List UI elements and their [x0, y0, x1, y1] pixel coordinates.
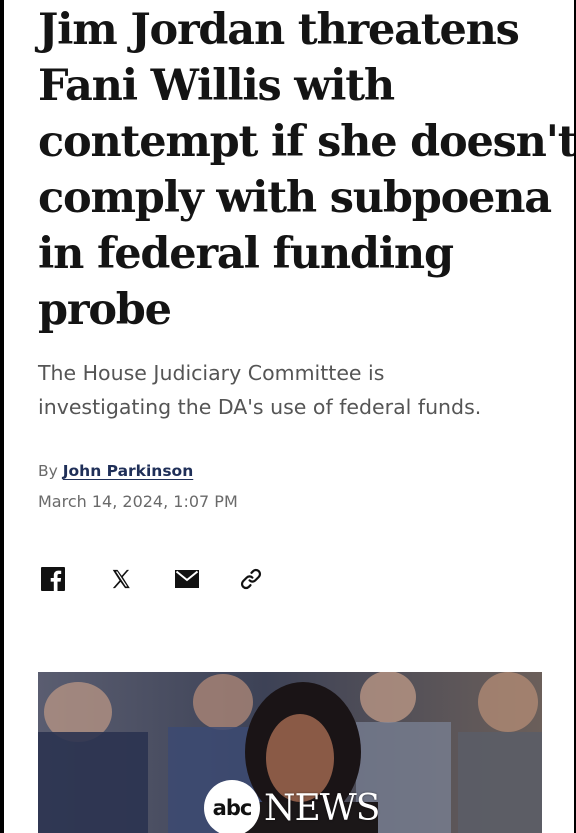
x-icon	[112, 569, 130, 589]
byline: By John Parkinson	[38, 462, 193, 480]
copy-link-button[interactable]	[236, 566, 266, 592]
link-icon	[240, 568, 262, 590]
publish-date: March 14, 2024, 1:07 PM	[38, 492, 238, 511]
subheadline: The House Judiciary Committee is investi…	[38, 356, 558, 424]
facebook-icon	[41, 567, 65, 591]
news-wordmark: NEWS	[264, 787, 380, 829]
headline-line: Jim Jordan threatens	[38, 5, 520, 55]
byline-prefix: By	[38, 462, 58, 480]
subheadline-line: investigating the DA's use of federal fu…	[38, 395, 482, 419]
headline-line: contempt if she doesn't	[38, 117, 574, 167]
x-share-button[interactable]	[106, 566, 136, 592]
email-icon	[175, 570, 199, 588]
author-link[interactable]: John Parkinson	[63, 462, 194, 480]
subheadline-line: The House Judiciary Committee is	[38, 361, 385, 385]
headline-line: Fani Willis with	[38, 61, 395, 111]
abc-logo-circle: abc	[204, 780, 260, 833]
abc-news-logo: abc NEWS	[204, 780, 380, 833]
article-photo: abc NEWS	[38, 672, 542, 833]
email-share-button[interactable]	[172, 566, 202, 592]
article-page: Jim Jordan threatens Fani Willis with co…	[4, 0, 574, 833]
headline-line: probe	[38, 285, 172, 335]
headline-line: in federal funding	[38, 229, 454, 279]
headline-line: comply with subpoena	[38, 173, 552, 223]
facebook-share-button[interactable]	[38, 566, 68, 592]
headline: Jim Jordan threatens Fani Willis with co…	[38, 2, 574, 338]
